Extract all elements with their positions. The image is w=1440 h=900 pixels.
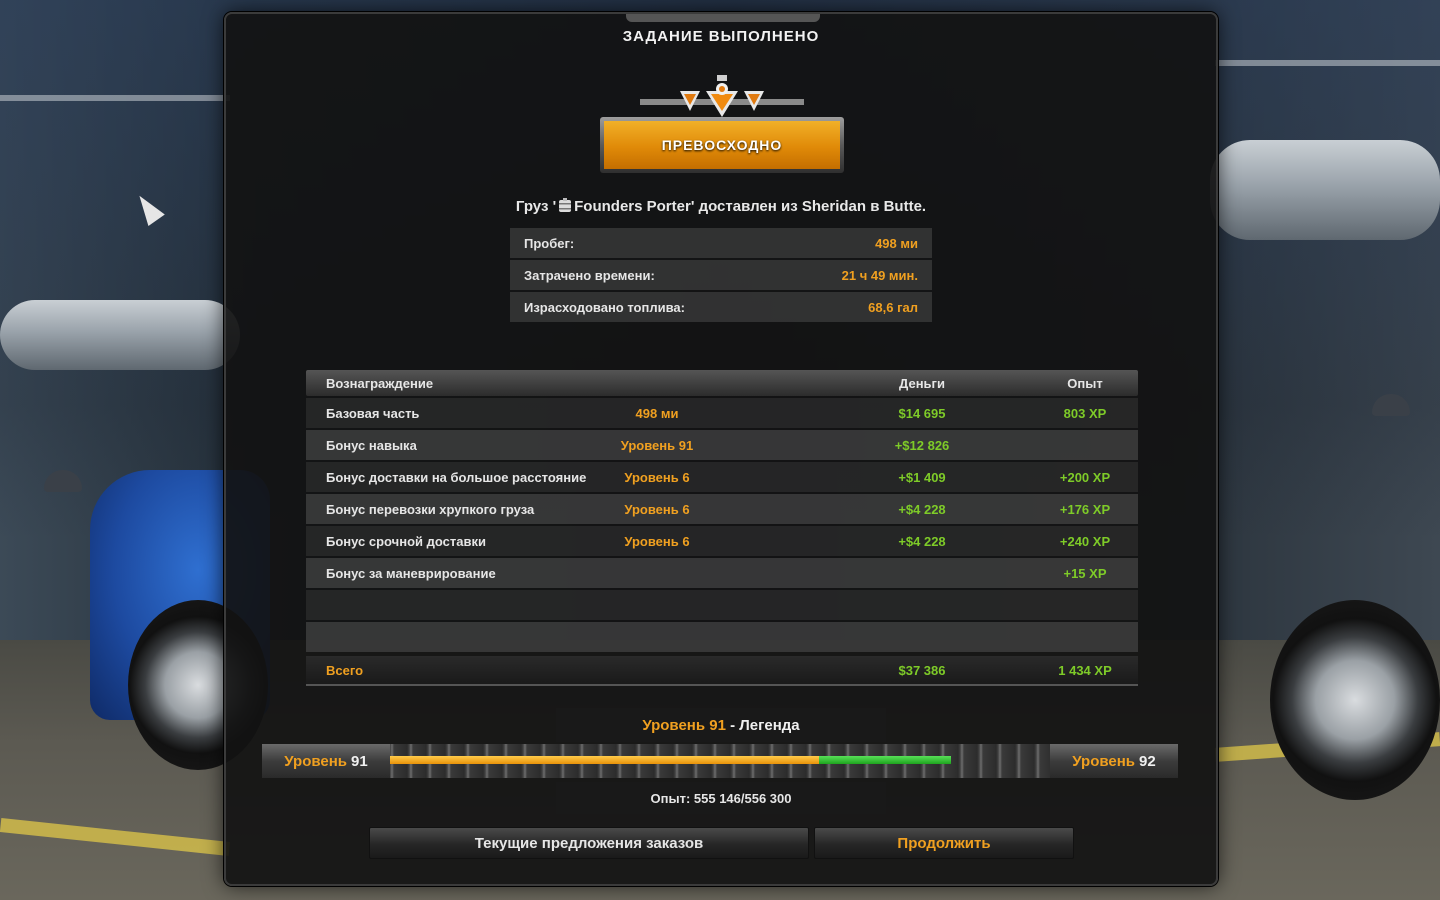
cargo-name: Founders Porter — [574, 198, 691, 215]
next-level-word: Уровень — [1072, 752, 1136, 770]
progress-fill-previous — [390, 756, 819, 764]
header-reward: Вознаграждение — [326, 375, 434, 391]
reward-level: 498 ми — [635, 405, 679, 421]
cargo-delivery-text: Груз ' Founders Porter' доставлен из She… — [226, 198, 1216, 215]
level-progress-track — [390, 744, 1050, 778]
reward-money: +$4 228 — [898, 533, 946, 549]
table-row-empty — [306, 622, 1138, 652]
current-job-offers-button[interactable]: Текущие предложения заказов — [369, 827, 809, 859]
reward-money: +$12 826 — [894, 437, 950, 453]
reward-xp: +240 XP — [1059, 533, 1111, 549]
table-row: Бонус срочной доставки Уровень 6 +$4 228… — [306, 526, 1138, 556]
stat-label: Пробег: — [524, 235, 575, 251]
reward-xp: +176 XP — [1059, 501, 1111, 517]
reward-name: Бонус срочной доставки — [326, 533, 486, 549]
reward-name: Базовая часть — [326, 405, 420, 421]
stat-value: 498 ми — [875, 235, 918, 251]
level-title-number: Уровень 91 — [642, 716, 726, 734]
table-row: Бонус навыка Уровень 91 +$12 826 — [306, 430, 1138, 460]
stat-value: 68,6 гал — [868, 299, 918, 315]
rating-label: ПРЕВОСХОДНО — [604, 121, 840, 169]
beer-keg-icon — [559, 198, 572, 212]
total-label: Всего — [326, 662, 364, 678]
reward-level: Уровень 91 — [620, 437, 694, 453]
reward-xp: +15 XP — [1063, 565, 1107, 581]
reward-level: Уровень 6 — [624, 469, 690, 485]
rewards-total-row: Всего $37 386 1 434 XP — [306, 656, 1138, 686]
level-title-rank: - Легенда — [725, 716, 800, 734]
rewards-table: Вознаграждение Деньги Опыт Базовая часть… — [306, 370, 1138, 686]
header-money: Деньги — [899, 375, 945, 391]
stat-row-fuel: Израсходовано топлива: 68,6 гал — [510, 292, 932, 322]
current-level-word: Уровень — [284, 752, 348, 770]
current-level-number: 91 — [351, 752, 368, 770]
reward-money: +$4 228 — [898, 501, 946, 517]
rating-badge: ПРЕВОСХОДНО — [600, 69, 844, 173]
delivery-stats: Пробег: 498 ми Затрачено времени: 21 ч 4… — [510, 228, 932, 324]
table-row-empty — [306, 590, 1138, 620]
current-level-cap: Уровень 91 — [262, 744, 390, 778]
stat-label: Израсходовано топлива: — [524, 299, 685, 315]
reward-name: Бонус перевозки хрупкого груза — [326, 501, 535, 517]
total-xp: 1 434 XP — [1058, 662, 1112, 678]
reward-level: Уровень 6 — [624, 501, 690, 517]
reward-xp: +200 XP — [1059, 469, 1111, 485]
level-progress-bar: Уровень 91 Уровень 92 — [262, 744, 1178, 778]
level-title: Уровень 91 - Легенда — [556, 708, 886, 742]
experience-readout: Опыт: 555 146/556 300 — [556, 782, 886, 814]
reward-level: Уровень 6 — [624, 533, 690, 549]
stat-row-time: Затрачено времени: 21 ч 49 мин. — [510, 260, 932, 290]
mouse-cursor-icon — [131, 189, 165, 227]
table-row: Бонус перевозки хрупкого груза Уровень 6… — [306, 494, 1138, 524]
stat-row-distance: Пробег: 498 ми — [510, 228, 932, 258]
stat-label: Затрачено времени: — [524, 267, 655, 283]
reward-name: Бонус за маневрирование — [326, 565, 496, 581]
reward-money: +$1 409 — [898, 469, 946, 485]
cargo-prefix: Груз ' — [515, 198, 557, 215]
total-money: $37 386 — [898, 662, 946, 678]
continue-button[interactable]: Продолжить — [814, 827, 1074, 859]
rating-plate: ПРЕВОСХОДНО — [600, 117, 844, 173]
stat-value: 21 ч 49 мин. — [841, 267, 918, 283]
rewards-header: Вознаграждение Деньги Опыт — [306, 370, 1138, 396]
header-xp: Опыт — [1067, 375, 1103, 391]
reward-xp: 803 XP — [1063, 405, 1107, 421]
table-row: Бонус за маневрирование +15 XP — [306, 558, 1138, 588]
progress-fill-gained — [819, 756, 951, 764]
reward-name: Бонус доставки на большое расстояние — [326, 469, 587, 485]
cargo-suffix: ' доставлен из Sheridan в Butte. — [690, 198, 927, 215]
table-row: Бонус доставки на большое расстояние Уро… — [306, 462, 1138, 492]
next-level-cap: Уровень 92 — [1050, 744, 1178, 778]
reward-name: Бонус навыка — [326, 437, 417, 453]
dialog-title: ЗАДАНИЕ ВЫПОЛНЕНО — [622, 28, 820, 45]
next-level-number: 92 — [1139, 752, 1156, 770]
delivery-complete-dialog: ЗАДАНИЕ ВЫПОЛНЕНО ПРЕВОСХОДНО Груз ' Fou… — [224, 12, 1218, 886]
reward-money: $14 695 — [898, 405, 946, 421]
table-row: Базовая часть 498 ми $14 695 803 XP — [306, 398, 1138, 428]
